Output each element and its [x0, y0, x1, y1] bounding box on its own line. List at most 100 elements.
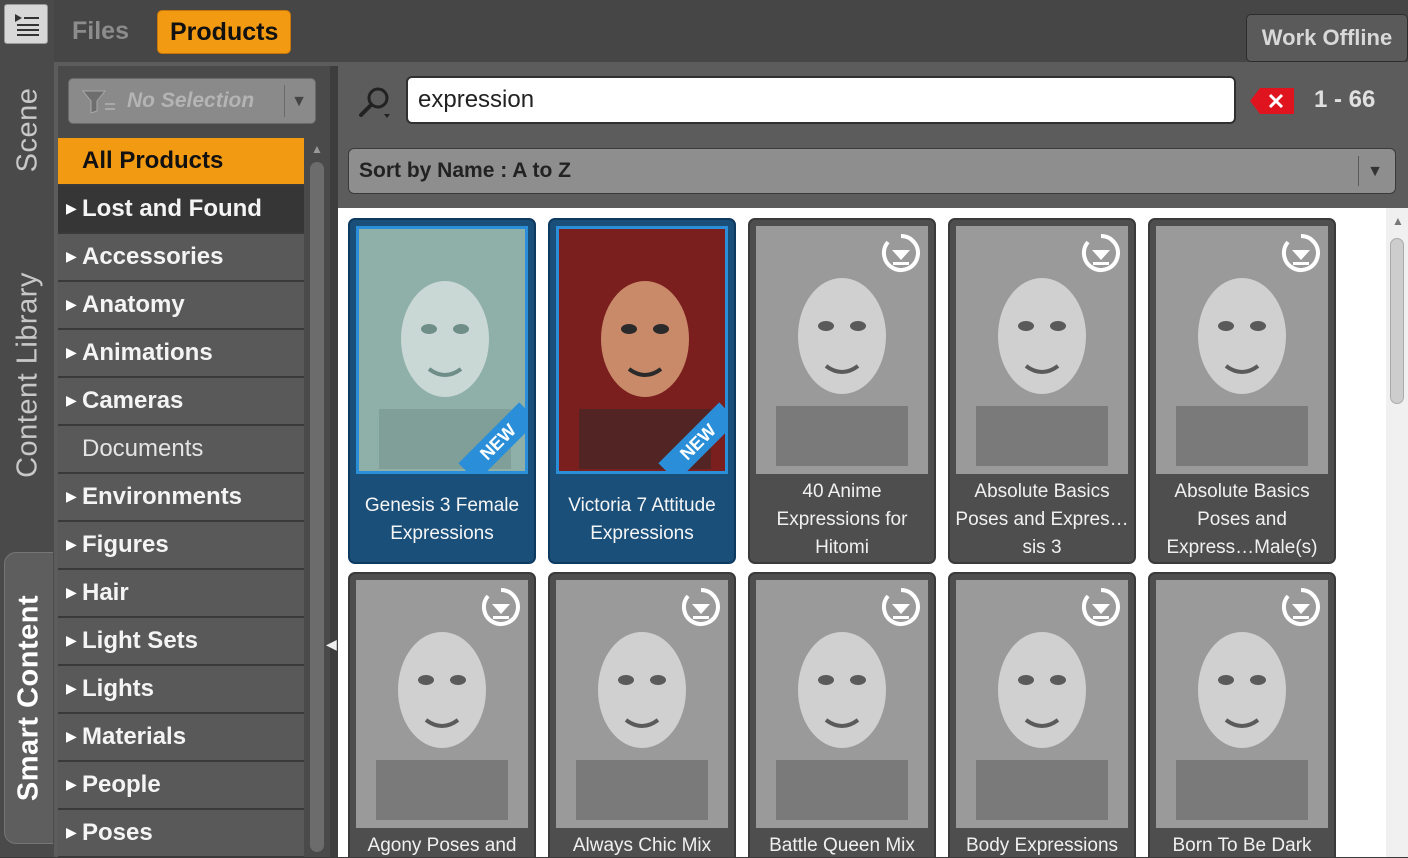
category-label: Accessories [82, 243, 224, 270]
sort-dropdown[interactable]: Sort by Name : A to Z ▼ [348, 148, 1396, 194]
product-title: Genesis 3 Female Expressions [364, 495, 520, 544]
product-card[interactable]: Born To Be Dark [1148, 572, 1336, 857]
search-icon[interactable] [358, 86, 392, 120]
category-item-hair[interactable]: ▶ Hair [58, 570, 304, 618]
tab-smart-content-label: Smart Content [12, 594, 45, 802]
category-scrollbar[interactable]: ▲ [308, 138, 326, 857]
product-thumbnail[interactable] [1156, 226, 1328, 474]
category-item-anatomy[interactable]: ▶ Anatomy [58, 282, 304, 330]
grid-scrollbar[interactable]: ▲ [1386, 208, 1408, 857]
expand-arrow-icon[interactable]: ▶ [66, 344, 77, 361]
category-item-lost-and-found[interactable]: ▶ Lost and Found [58, 186, 304, 234]
search-input[interactable] [406, 76, 1236, 124]
sort-dropdown-label: Sort by Name : A to Z [359, 159, 571, 182]
category-item-light-sets[interactable]: ▶ Light Sets [58, 618, 304, 666]
category-label: Hair [82, 579, 129, 606]
tab-content-library[interactable]: Content Library [4, 220, 52, 530]
product-title: Absolute Basics Poses and Expres…sis 3 [955, 481, 1129, 558]
product-thumbnail[interactable] [556, 580, 728, 828]
category-item-figures[interactable]: ▶ Figures [58, 522, 304, 570]
expand-arrow-icon[interactable]: ▶ [66, 680, 77, 697]
download-icon[interactable] [880, 232, 922, 274]
expand-arrow-icon[interactable]: ▶ [66, 728, 77, 745]
collapse-arrow-icon[interactable]: ◀ [326, 636, 337, 653]
panel-splitter[interactable]: ◀ [326, 66, 338, 857]
tab-files-label: Files [72, 17, 129, 45]
download-icon[interactable] [480, 586, 522, 628]
category-item-all-products[interactable]: All Products [58, 138, 304, 186]
download-icon[interactable] [1080, 586, 1122, 628]
tab-smart-content[interactable]: Smart Content [4, 552, 53, 844]
category-label: Light Sets [82, 627, 199, 654]
expand-arrow-icon[interactable]: ▶ [66, 584, 77, 601]
expand-arrow-icon[interactable]: ▶ [66, 392, 77, 409]
product-title: Always Chic Mix [572, 835, 712, 856]
product-thumbnail[interactable]: NEW [356, 226, 528, 474]
download-icon[interactable] [880, 586, 922, 628]
expand-arrow-icon[interactable]: ▶ [66, 776, 77, 793]
product-thumbnail[interactable] [356, 580, 528, 828]
scrollbar-thumb[interactable] [310, 162, 324, 852]
filter-dropdown[interactable]: No Selection ▼ [68, 78, 316, 124]
category-item-animations[interactable]: ▶ Animations [58, 330, 304, 378]
product-card[interactable]: Body Expressions [948, 572, 1136, 857]
tab-scene[interactable]: Scene [4, 60, 52, 200]
category-label: People [82, 771, 161, 798]
scroll-up-icon[interactable]: ▲ [1392, 214, 1404, 228]
filter-icon [81, 90, 115, 114]
category-item-lights[interactable]: ▶ Lights [58, 666, 304, 714]
panel-menu-button[interactable] [4, 4, 48, 44]
download-icon[interactable] [680, 586, 722, 628]
smart-content-pane: Files Products Work Offline No Selection… [54, 0, 1408, 858]
expand-arrow-icon[interactable]: ▶ [66, 488, 77, 505]
product-card[interactable]: Agony Poses and [348, 572, 536, 857]
category-item-people[interactable]: ▶ People [58, 762, 304, 810]
product-thumbnail[interactable] [1156, 580, 1328, 828]
product-title: Absolute Basics Poses and Express…Male(s… [1166, 481, 1318, 558]
tab-products[interactable]: Products [157, 10, 292, 54]
category-item-poses[interactable]: ▶ Poses [58, 810, 304, 858]
product-card[interactable]: Absolute Basics Poses and Express…Male(s… [1148, 218, 1336, 564]
work-offline-button[interactable]: Work Offline [1246, 14, 1408, 62]
category-label: Materials [82, 723, 187, 750]
product-thumbnail[interactable]: NEW [556, 226, 728, 474]
product-thumbnail[interactable] [756, 226, 928, 474]
product-card[interactable]: NEW Genesis 3 Female Expressions [348, 218, 536, 564]
category-label: Anatomy [82, 291, 185, 318]
tab-files[interactable]: Files [60, 10, 141, 52]
category-label: Lost and Found [82, 195, 262, 222]
vertical-tab-strip: Scene Content Library Smart Content [0, 0, 54, 857]
product-thumbnail[interactable] [756, 580, 928, 828]
dropdown-separator [1358, 156, 1359, 186]
expand-arrow-icon[interactable]: ▶ [66, 200, 77, 217]
scroll-up-icon[interactable]: ▲ [311, 142, 323, 156]
category-item-environments[interactable]: ▶ Environments [58, 474, 304, 522]
expand-arrow-icon[interactable]: ▶ [66, 296, 77, 313]
download-icon[interactable] [1080, 232, 1122, 274]
category-item-accessories[interactable]: ▶ Accessories [58, 234, 304, 282]
scrollbar-thumb[interactable] [1390, 238, 1404, 404]
product-card[interactable]: 40 Anime Expressions for Hitomi [748, 218, 936, 564]
category-label: Figures [82, 531, 169, 558]
category-item-cameras[interactable]: ▶ Cameras [58, 378, 304, 426]
product-thumbnail[interactable] [956, 580, 1128, 828]
category-label: All Products [82, 147, 224, 174]
category-item-materials[interactable]: ▶ Materials [58, 714, 304, 762]
expand-arrow-icon[interactable]: ▶ [66, 248, 77, 265]
download-icon[interactable] [1280, 232, 1322, 274]
product-thumbnail[interactable] [956, 226, 1128, 474]
category-panel: No Selection ▼ All Products ▶ Lost and Fou… [58, 66, 330, 858]
product-card[interactable]: Always Chic Mix [548, 572, 736, 857]
product-title: Born To Be Dark [1172, 835, 1312, 856]
download-icon[interactable] [1280, 586, 1322, 628]
chevron-down-icon: ▼ [1367, 163, 1383, 180]
search-area: 1 - 66 Sort by Name : A to Z ▼ [338, 62, 1408, 208]
expand-arrow-icon[interactable]: ▶ [66, 536, 77, 553]
expand-arrow-icon[interactable]: ▶ [66, 824, 77, 841]
clear-x-icon[interactable] [1250, 88, 1294, 114]
expand-arrow-icon[interactable]: ▶ [66, 632, 77, 649]
product-card[interactable]: Battle Queen Mix [748, 572, 936, 857]
category-item-documents[interactable]: Documents [58, 426, 304, 474]
product-card[interactable]: Absolute Basics Poses and Expres…sis 3 [948, 218, 1136, 564]
product-card[interactable]: NEW Victoria 7 Attitude Expressions [548, 218, 736, 564]
